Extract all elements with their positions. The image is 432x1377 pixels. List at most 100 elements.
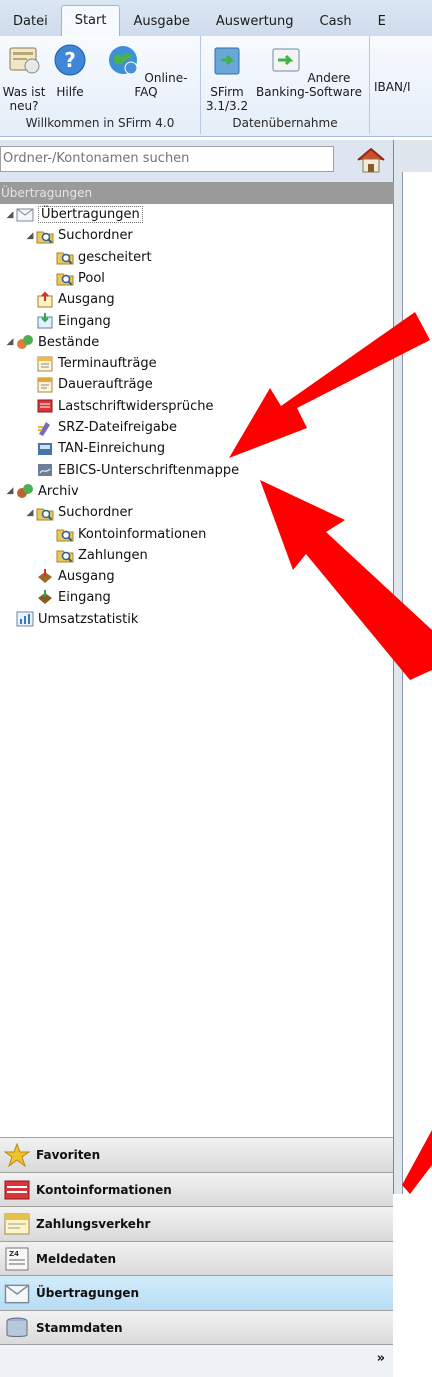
statistics-icon (16, 610, 34, 628)
tree-item-ausgang[interactable]: Ausgang (24, 289, 115, 310)
envelope-icon (16, 206, 34, 224)
tree-item-label: Pool (78, 270, 105, 286)
tree-item-label: Archiv (38, 483, 79, 499)
envelope-icon (4, 1281, 30, 1305)
tree-item-archiv[interactable]: ◢ Archiv (4, 481, 79, 502)
expand-toggle-icon[interactable]: ◢ (24, 508, 36, 518)
tree-item-übertragungen[interactable]: ◢ Übertragungen (4, 204, 143, 225)
tree-item-suchordner[interactable]: ◢ Suchordner (24, 225, 133, 246)
tan-icon (36, 440, 54, 458)
whats-new-label: Was ist neu? (2, 85, 46, 113)
svg-text:Z4: Z4 (9, 1250, 19, 1258)
tree-item-label: SRZ-Dateifreigabe (58, 420, 178, 435)
tree-item-ebics-unterschriftenmappe[interactable]: EBICS-Unterschriftenmappe (24, 460, 239, 481)
tree-item-zahlungen[interactable]: Zahlungen (44, 545, 148, 566)
pane-header: Übertragungen (0, 182, 394, 204)
nav-button-label: Kontoinformationen (36, 1182, 172, 1197)
tree-item-pool[interactable]: Pool (44, 268, 105, 289)
nav-button-label: Stammdaten (36, 1320, 123, 1335)
star-icon (3, 1142, 31, 1168)
tree-item-label: Suchordner (58, 505, 133, 521)
report-data-icon: Z4 (4, 1247, 30, 1271)
group-welcome: Was ist neu? ? Hilfe Online-FAQ Willkomm… (0, 36, 201, 134)
tree-item-label: Ausgang (58, 292, 115, 308)
group-welcome-title: Willkommen in SFirm 4.0 (25, 116, 175, 130)
payments-icon (4, 1212, 30, 1236)
help-button[interactable]: ? Hilfe (50, 42, 90, 99)
content-pane-edge (393, 140, 432, 1194)
archive-icon (16, 482, 34, 500)
tree-item-label: EBICS-Unterschriftenmappe (58, 462, 240, 478)
expand-toggle-icon[interactable]: ◢ (4, 486, 16, 496)
tree-item-gescheitert[interactable]: gescheitert (44, 247, 152, 268)
tree-item-daueraufträge[interactable]: Daueraufträge (24, 374, 153, 395)
tree-item-eingang[interactable]: Eingang (24, 587, 111, 608)
tab-ausgabe[interactable]: Ausgabe (120, 8, 202, 36)
nav-footer: » (0, 1344, 393, 1377)
group-import-title: Datenübernahme (232, 116, 338, 130)
tree-item-label: Ausgang (58, 569, 115, 585)
nav-button-kontoinformationen[interactable]: Kontoinformationen (0, 1171, 393, 1207)
nav-button-label: Favoriten (36, 1148, 101, 1162)
search-row (0, 140, 432, 182)
nav-button-label: Zahlungsverkehr (36, 1217, 151, 1231)
other-software-import-button[interactable]: Andere Banking-Software (253, 42, 365, 99)
tree-item-ausgang[interactable]: Ausgang (24, 566, 115, 587)
search-folder-icon (56, 269, 74, 287)
ribbon: Was ist neu? ? Hilfe Online-FAQ Willkomm… (0, 36, 432, 137)
search-folder-icon (56, 248, 74, 266)
tree-item-terminaufträge[interactable]: Terminaufträge (24, 353, 157, 374)
tab-extra[interactable]: E (365, 8, 399, 36)
search-folder-icon (36, 504, 54, 522)
nav-button-zahlungsverkehr[interactable]: Zahlungsverkehr (0, 1206, 393, 1241)
archive-outbox-icon (36, 568, 54, 586)
nav-button-übertragungen[interactable]: Übertragungen (0, 1275, 393, 1310)
sfirm-import-icon (214, 47, 240, 75)
online-faq-label: Online-FAQ (134, 71, 188, 99)
search-folder-icon (56, 546, 74, 564)
tab-datei[interactable]: Datei (0, 8, 61, 36)
iban-button-partial[interactable]: IBAN/I (374, 80, 432, 94)
tab-auswertung[interactable]: Auswertung (203, 8, 307, 36)
whats-new-button[interactable]: Was ist neu? (2, 42, 46, 113)
expand-toggle-icon[interactable]: ◢ (24, 231, 36, 241)
archive-inbox-icon (36, 589, 54, 607)
ribbon-tabs: Datei Start Ausgabe Auswertung Cash E (0, 0, 432, 37)
inbox-icon (36, 312, 54, 330)
nav-button-favoriten[interactable]: Favoriten (0, 1137, 393, 1172)
signature-folder-icon (36, 461, 54, 479)
tree-item-tan-einreichung[interactable]: TAN-Einreichung (24, 438, 165, 459)
folder-search-input[interactable] (0, 146, 334, 172)
tree-item-label: Übertragungen (38, 206, 143, 223)
tab-cash[interactable]: Cash (307, 8, 365, 36)
search-folder-icon (56, 525, 74, 543)
home-icon[interactable] (352, 144, 390, 176)
sfirm-import-label: SFirm 3.1/3.2 (205, 85, 249, 113)
nav-button-stammdaten[interactable]: Stammdaten (0, 1309, 393, 1345)
tree-item-label: Bestände (38, 334, 100, 350)
tree-item-lastschriftwidersprüche[interactable]: Lastschriftwidersprüche (24, 396, 213, 417)
online-faq-button[interactable]: Online-FAQ (94, 42, 198, 99)
search-folder-icon (36, 227, 54, 245)
tree-item-srz-dateifreigabe[interactable]: SRZ-Dateifreigabe (24, 417, 177, 438)
expand-toggle-icon[interactable]: ◢ (4, 337, 16, 347)
tree-item-umsatzstatistik[interactable]: Umsatzstatistik (4, 609, 138, 630)
tree-item-bestände[interactable]: ◢ Bestände (4, 332, 100, 353)
svg-text:?: ? (64, 48, 76, 72)
tree-item-label: Eingang (58, 590, 111, 606)
nav-button-meldedaten[interactable]: Z4 Meldedaten (0, 1240, 393, 1276)
stock-icon (16, 333, 34, 351)
master-data-icon (4, 1316, 30, 1340)
sfirm-import-button[interactable]: SFirm 3.1/3.2 (205, 42, 249, 113)
more-buttons-chevron-icon[interactable]: » (377, 1351, 385, 1366)
expand-toggle-icon[interactable]: ◢ (4, 210, 16, 220)
tab-start[interactable]: Start (60, 5, 121, 36)
tree-item-label: Kontoinformationen (78, 526, 207, 542)
tree-item-suchordner[interactable]: ◢ Suchordner (24, 502, 133, 523)
tree-item-eingang[interactable]: Eingang (24, 311, 111, 332)
tree-item-label: Zahlungen (78, 547, 148, 563)
tree-item-label: TAN-Einreichung (58, 441, 166, 457)
calendar-icon (36, 355, 54, 373)
tree-item-kontoinformationen[interactable]: Kontoinformationen (44, 524, 206, 545)
help-icon: ? (54, 44, 86, 76)
